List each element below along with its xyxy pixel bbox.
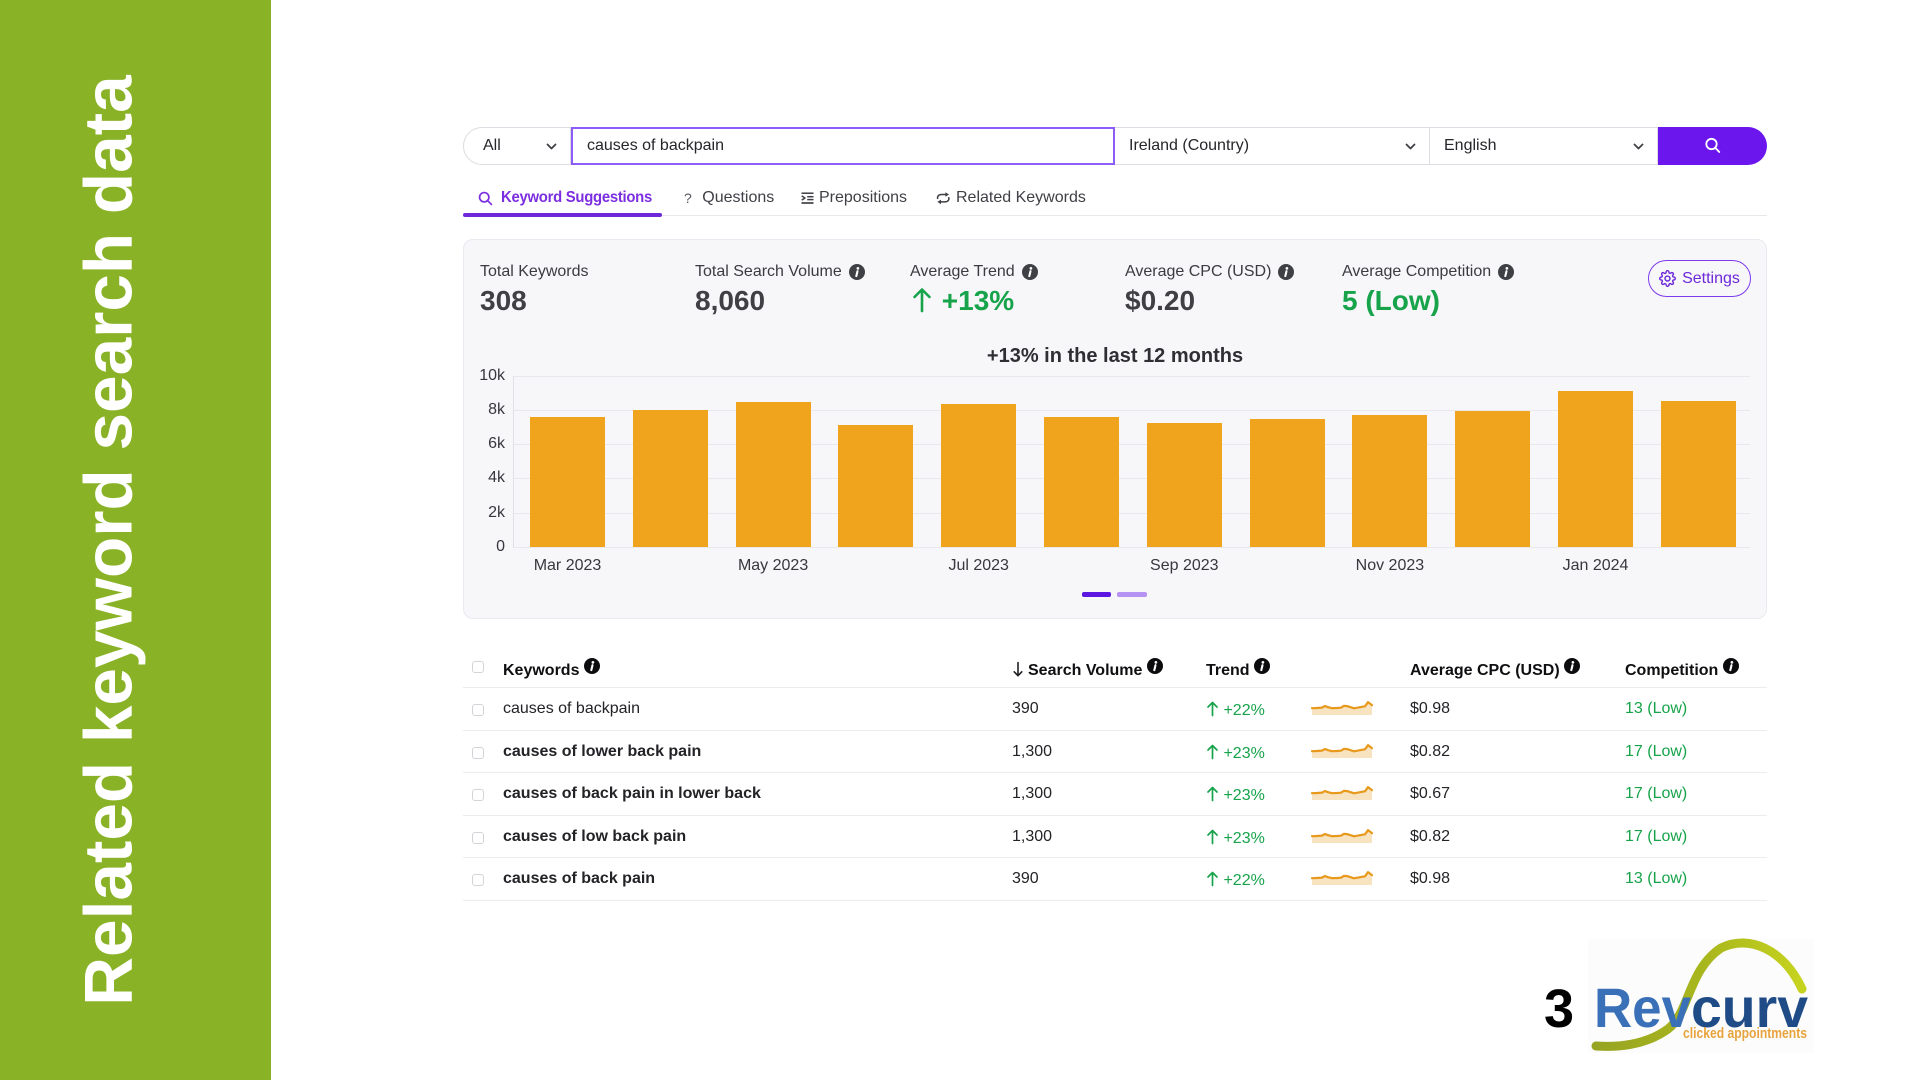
svg-text:clicked appointments: clicked appointments: [1683, 1025, 1807, 1042]
svg-text:Rev: Rev: [1594, 976, 1691, 1039]
